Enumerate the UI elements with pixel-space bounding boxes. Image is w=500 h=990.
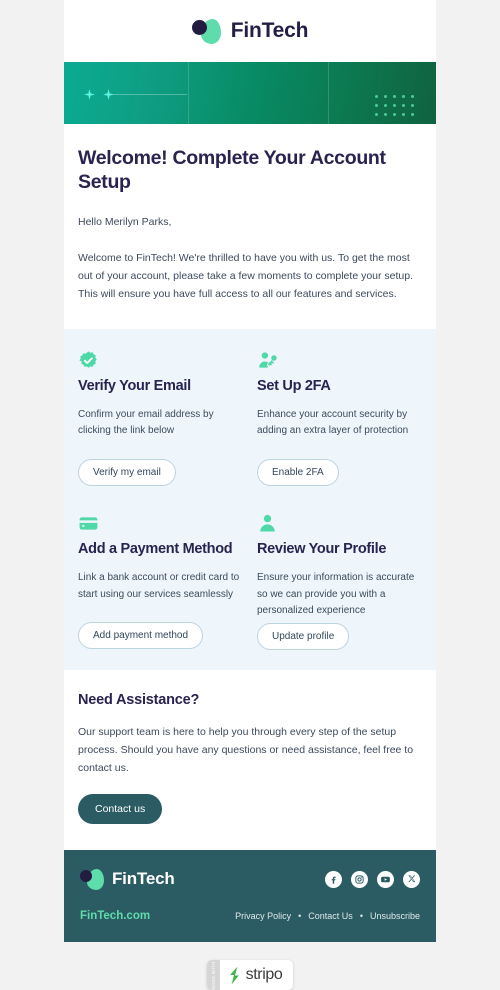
social-links <box>325 870 420 888</box>
link-separator: • <box>359 911 363 922</box>
fintech-logo-mark <box>191 18 222 44</box>
footer-brand-name: FinTech <box>112 869 175 889</box>
unsubscribe-link[interactable]: Unsubscribe <box>370 911 420 921</box>
footer-logo: FinTech <box>80 868 175 891</box>
update-profile-button[interactable]: Update profile <box>257 622 350 650</box>
stripo-logo-icon <box>229 966 239 984</box>
x-twitter-icon[interactable] <box>403 870 420 888</box>
email-header: FinTech <box>64 0 436 62</box>
feature-title: Review Your Profile <box>257 541 387 558</box>
hero-banner <box>64 62 436 124</box>
footer-bottom-row: FinTech.com Privacy Policy • Contact Us … <box>80 910 420 922</box>
verify-my-email-button[interactable]: Verify my email <box>78 459 176 487</box>
email-footer: FinTech FinTech.com Privacy Policy • Con… <box>64 850 436 943</box>
intro-body-text: Welcome to FinTech! We're thrilled to ha… <box>78 251 414 300</box>
logo-circle-shape <box>191 20 207 35</box>
stripo-badge[interactable]: MADE WITH stripo <box>206 960 294 990</box>
dot-grid-decoration <box>375 95 420 122</box>
add-payment-method-button[interactable]: Add payment method <box>78 622 204 650</box>
feature-title: Verify Your Email <box>78 377 191 394</box>
banner-divider-line-2 <box>328 62 329 124</box>
youtube-icon[interactable] <box>377 870 394 888</box>
email-container: FinTech Welcome! Complete Your Account S… <box>64 0 436 943</box>
footer-top-row: FinTech <box>80 868 420 891</box>
fintech-logo-mark <box>80 868 105 891</box>
facebook-icon[interactable] <box>325 870 342 888</box>
greeting-text: Hello Merilyn Parks, <box>78 215 172 228</box>
feature-row: Verify Your Email Confirm your email add… <box>78 347 422 487</box>
link-separator: • <box>298 911 302 922</box>
feature-card-setup-2fa: Set Up 2FA Enhance your account security… <box>257 347 422 487</box>
feature-card-verify-email: Verify Your Email Confirm your email add… <box>78 347 243 487</box>
feature-title: Add a Payment Method <box>78 541 233 558</box>
sparkle-icon <box>103 89 114 100</box>
contact-us-button[interactable]: Contact us <box>78 794 163 825</box>
banner-divider-line-1 <box>188 62 189 124</box>
stripo-made-with-label: MADE WITH <box>210 960 216 990</box>
page-title: Welcome! Complete Your Account Setup <box>78 147 386 194</box>
verified-badge-icon <box>78 347 243 371</box>
brand-name: FinTech <box>230 19 309 42</box>
user-key-icon <box>257 347 422 371</box>
banner-horizontal-line <box>109 94 187 95</box>
feature-title: Set Up 2FA <box>257 377 331 394</box>
feature-description: Confirm your email address by clicking t… <box>78 409 214 437</box>
feature-description: Ensure your information is accurate so w… <box>257 572 415 616</box>
enable-2fa-button[interactable]: Enable 2FA <box>257 459 339 487</box>
feature-description: Enhance your account security by adding … <box>257 409 409 437</box>
sparkle-icon <box>84 89 95 100</box>
privacy-policy-link[interactable]: Privacy Policy <box>235 911 291 921</box>
assistance-heading: Need Assistance? <box>78 691 200 708</box>
assistance-section: Need Assistance? Our support team is her… <box>64 669 436 851</box>
credit-card-icon <box>78 510 243 534</box>
feature-description: Link a bank account or credit card to st… <box>78 572 240 600</box>
stripo-name: stripo <box>245 966 283 984</box>
website-link[interactable]: FinTech.com <box>80 910 150 922</box>
features-section: Verify Your Email Confirm your email add… <box>64 328 436 670</box>
stripo-made-with-tab: MADE WITH <box>206 960 220 990</box>
stripo-badge-body: stripo <box>220 960 294 990</box>
contact-us-link[interactable]: Contact Us <box>308 911 353 921</box>
feature-card-review-profile: Review Your Profile Ensure your informat… <box>257 510 422 650</box>
assistance-body-text: Our support team is here to help you thr… <box>78 725 414 775</box>
stripo-badge-area: MADE WITH stripo <box>0 942 500 990</box>
user-profile-icon <box>257 510 422 534</box>
instagram-icon[interactable] <box>351 870 368 888</box>
footer-links: Privacy Policy • Contact Us • Unsubscrib… <box>235 911 420 921</box>
feature-card-payment-method: Add a Payment Method Link a bank account… <box>78 510 243 650</box>
feature-row: Add a Payment Method Link a bank account… <box>78 510 422 650</box>
intro-section: Welcome! Complete Your Account Setup Hel… <box>64 124 436 329</box>
